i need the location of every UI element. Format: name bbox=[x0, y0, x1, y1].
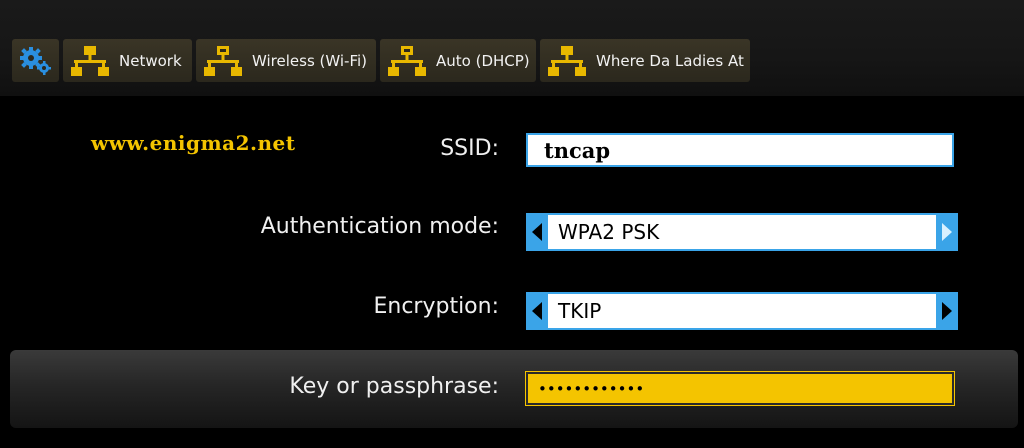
ssid-value: tncap bbox=[544, 137, 611, 163]
passphrase-label: Key or passphrase: bbox=[289, 374, 499, 399]
encryption-next-button[interactable] bbox=[936, 294, 958, 328]
settings-crumb[interactable] bbox=[12, 39, 59, 82]
encryption-value: TKIP bbox=[558, 299, 602, 323]
crumb-wireless-label: Wireless (Wi-Fi) bbox=[252, 51, 368, 70]
auth-next-button[interactable] bbox=[936, 215, 958, 249]
arrow-right-icon bbox=[942, 302, 952, 320]
watermark-text: www.enigma2.net bbox=[91, 131, 296, 155]
network-icon bbox=[548, 45, 586, 76]
crumb-where-da-ladies-at-label: Where Da Ladies At bbox=[596, 51, 744, 70]
passphrase-value: •••••••••••• bbox=[538, 379, 645, 398]
arrow-left-icon bbox=[532, 302, 542, 320]
authentication-mode-label: Authentication mode: bbox=[260, 214, 499, 239]
ssid-input[interactable]: tncap bbox=[526, 133, 954, 167]
passphrase-input[interactable]: •••••••••••• bbox=[525, 371, 955, 406]
crumb-network-label: Network bbox=[119, 51, 182, 70]
network-icon bbox=[71, 45, 109, 76]
crumb-auto-dhcp-label: Auto (DHCP) bbox=[436, 51, 530, 70]
arrow-left-icon bbox=[532, 223, 542, 241]
crumb-auto-dhcp[interactable]: Auto (DHCP) bbox=[380, 39, 536, 82]
crumb-where-da-ladies-at[interactable]: Where Da Ladies At bbox=[540, 39, 750, 82]
authentication-mode-select[interactable]: WPA2 PSK bbox=[526, 213, 958, 251]
network-icon bbox=[388, 45, 426, 76]
encryption-label: Encryption: bbox=[373, 294, 499, 319]
arrow-right-icon bbox=[942, 223, 952, 241]
ssid-label: SSID: bbox=[440, 136, 499, 161]
authentication-mode-value: WPA2 PSK bbox=[558, 220, 660, 244]
network-icon bbox=[204, 45, 242, 76]
auth-prev-button[interactable] bbox=[526, 215, 548, 249]
crumb-network[interactable]: Network bbox=[63, 39, 192, 82]
encryption-select[interactable]: TKIP bbox=[526, 292, 958, 330]
crumb-wireless[interactable]: Wireless (Wi-Fi) bbox=[196, 39, 376, 82]
encryption-prev-button[interactable] bbox=[526, 294, 548, 328]
gear-icon bbox=[19, 46, 51, 75]
